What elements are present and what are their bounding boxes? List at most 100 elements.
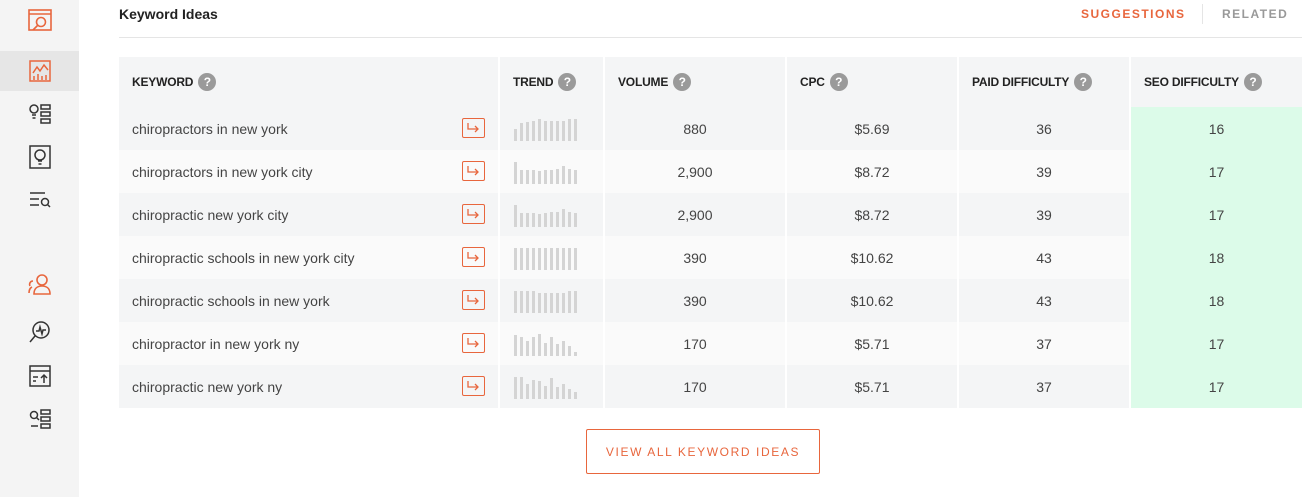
column-header-seo-difficulty[interactable]: SEO DIFFICULTY?: [1130, 57, 1302, 107]
keyword-text[interactable]: chiropractic new york ny: [132, 379, 282, 395]
help-icon[interactable]: ?: [558, 73, 577, 91]
trend-bar: [568, 211, 571, 227]
trend-cell: [499, 365, 605, 408]
sidebar-item-overview[interactable]: [0, 51, 79, 91]
keyword-text[interactable]: chiropractic schools in new york city: [132, 250, 355, 266]
trend-bar: [574, 290, 577, 313]
tab-suggestions[interactable]: SUGGESTIONS: [1081, 7, 1186, 21]
trend-cell: [499, 150, 605, 193]
trend-bar: [514, 128, 517, 141]
column-header-paid-difficulty[interactable]: PAID DIFFICULTY?: [958, 57, 1131, 107]
help-icon[interactable]: ?: [1074, 73, 1093, 91]
lightbulb-icon: [28, 145, 51, 169]
sidebar-item-traffic-analytics[interactable]: [0, 312, 79, 352]
trend-bar: [538, 380, 541, 399]
seo-difficulty-cell: 17: [1130, 322, 1302, 365]
trend-bar: [556, 247, 559, 270]
trend-bar: [532, 336, 535, 356]
trend-bar: [574, 391, 577, 399]
column-header-trend[interactable]: TREND?: [499, 57, 605, 107]
table-row: chiropractic new york city 2,900 $8.72 39 17: [119, 193, 1302, 236]
keyword-list-icon: [28, 104, 51, 124]
sidebar-item-site-audit[interactable]: [0, 0, 79, 40]
trend-bar: [538, 292, 541, 313]
volume-cell: 170: [604, 322, 787, 365]
sidebar-item-export[interactable]: [0, 356, 79, 396]
cpc-cell: $10.62: [786, 279, 959, 322]
trend-bar: [520, 212, 523, 227]
sidebar-item-users[interactable]: [0, 264, 79, 304]
trend-sparkline: [514, 375, 603, 399]
sidebar-item-keyword-search[interactable]: [0, 180, 79, 220]
cpc-cell: $10.62: [786, 236, 959, 279]
help-icon[interactable]: ?: [829, 73, 848, 91]
cpc-cell: $5.69: [786, 107, 959, 150]
trend-bar: [520, 247, 523, 270]
list-search-icon: [29, 409, 51, 429]
volume-cell: 2,900: [604, 150, 787, 193]
tab-related[interactable]: RELATED: [1222, 7, 1288, 21]
section-title: Keyword Ideas: [119, 6, 218, 22]
open-keyword-icon[interactable]: [462, 118, 485, 138]
trend-bar: [514, 376, 517, 399]
column-header-cpc[interactable]: CPC?: [786, 57, 959, 107]
trend-bar: [538, 247, 541, 270]
trend-bar: [544, 342, 547, 356]
trend-bar: [532, 247, 535, 270]
paid-difficulty-cell: 39: [958, 150, 1131, 193]
trend-bar: [568, 345, 571, 356]
open-keyword-icon[interactable]: [462, 290, 485, 310]
keyword-text[interactable]: chiropractors in new york: [132, 121, 288, 137]
table-row: chiropractors in new york 880 $5.69 36 16: [119, 107, 1302, 150]
keyword-text[interactable]: chiropractic schools in new york: [132, 293, 330, 309]
sidebar: [0, 0, 79, 497]
sidebar-item-list-search[interactable]: [0, 399, 79, 439]
trend-bar: [574, 351, 577, 356]
trend-sparkline: [514, 117, 603, 141]
help-icon[interactable]: ?: [198, 73, 217, 91]
trend-bar: [562, 340, 565, 356]
keyword-cell[interactable]: chiropractic new york ny: [119, 365, 500, 408]
trend-bar: [562, 383, 565, 399]
keyword-cell[interactable]: chiropractor in new york ny: [119, 322, 500, 365]
keyword-cell[interactable]: chiropractic new york city: [119, 193, 500, 236]
volume-cell: 170: [604, 365, 787, 408]
trend-bar: [526, 212, 529, 227]
trend-bar: [568, 247, 571, 270]
column-header-keyword[interactable]: KEYWORD?: [119, 57, 500, 107]
keyword-cell[interactable]: chiropractic schools in new york city: [119, 236, 500, 279]
help-icon[interactable]: ?: [673, 73, 692, 91]
open-keyword-icon[interactable]: [462, 204, 485, 224]
view-all-keyword-ideas-button[interactable]: VIEW ALL KEYWORD IDEAS: [586, 429, 820, 474]
tab-divider: [1202, 4, 1203, 24]
trend-bar: [562, 165, 565, 184]
keyword-text[interactable]: chiropractors in new york city: [132, 164, 313, 180]
trend-bar: [526, 121, 529, 141]
open-keyword-icon[interactable]: [462, 247, 485, 267]
open-keyword-icon[interactable]: [462, 161, 485, 181]
open-keyword-icon[interactable]: [462, 333, 485, 353]
trend-bar: [574, 118, 577, 141]
open-keyword-icon[interactable]: [462, 376, 485, 396]
keyword-cell[interactable]: chiropractic schools in new york: [119, 279, 500, 322]
trend-bar: [562, 208, 565, 227]
trend-bar: [550, 211, 553, 227]
sidebar-item-content-ideas[interactable]: [0, 137, 79, 177]
seo-difficulty-cell: 17: [1130, 193, 1302, 236]
keyword-cell[interactable]: chiropractors in new york: [119, 107, 500, 150]
trend-bar: [532, 120, 535, 141]
trend-bar: [550, 247, 553, 270]
keyword-text[interactable]: chiropractor in new york ny: [132, 336, 299, 352]
sidebar-item-keyword-ideas[interactable]: [0, 94, 79, 134]
volume-cell: 880: [604, 107, 787, 150]
trend-bar: [574, 212, 577, 227]
export-icon: [28, 365, 51, 387]
keyword-text[interactable]: chiropractic new york city: [132, 207, 288, 223]
column-header-volume[interactable]: VOLUME?: [604, 57, 787, 107]
trend-bar: [544, 212, 547, 227]
trend-bar: [544, 120, 547, 141]
paid-difficulty-cell: 39: [958, 193, 1131, 236]
help-icon[interactable]: ?: [1243, 73, 1262, 91]
keyword-cell[interactable]: chiropractors in new york city: [119, 150, 500, 193]
seo-difficulty-cell: 16: [1130, 107, 1302, 150]
